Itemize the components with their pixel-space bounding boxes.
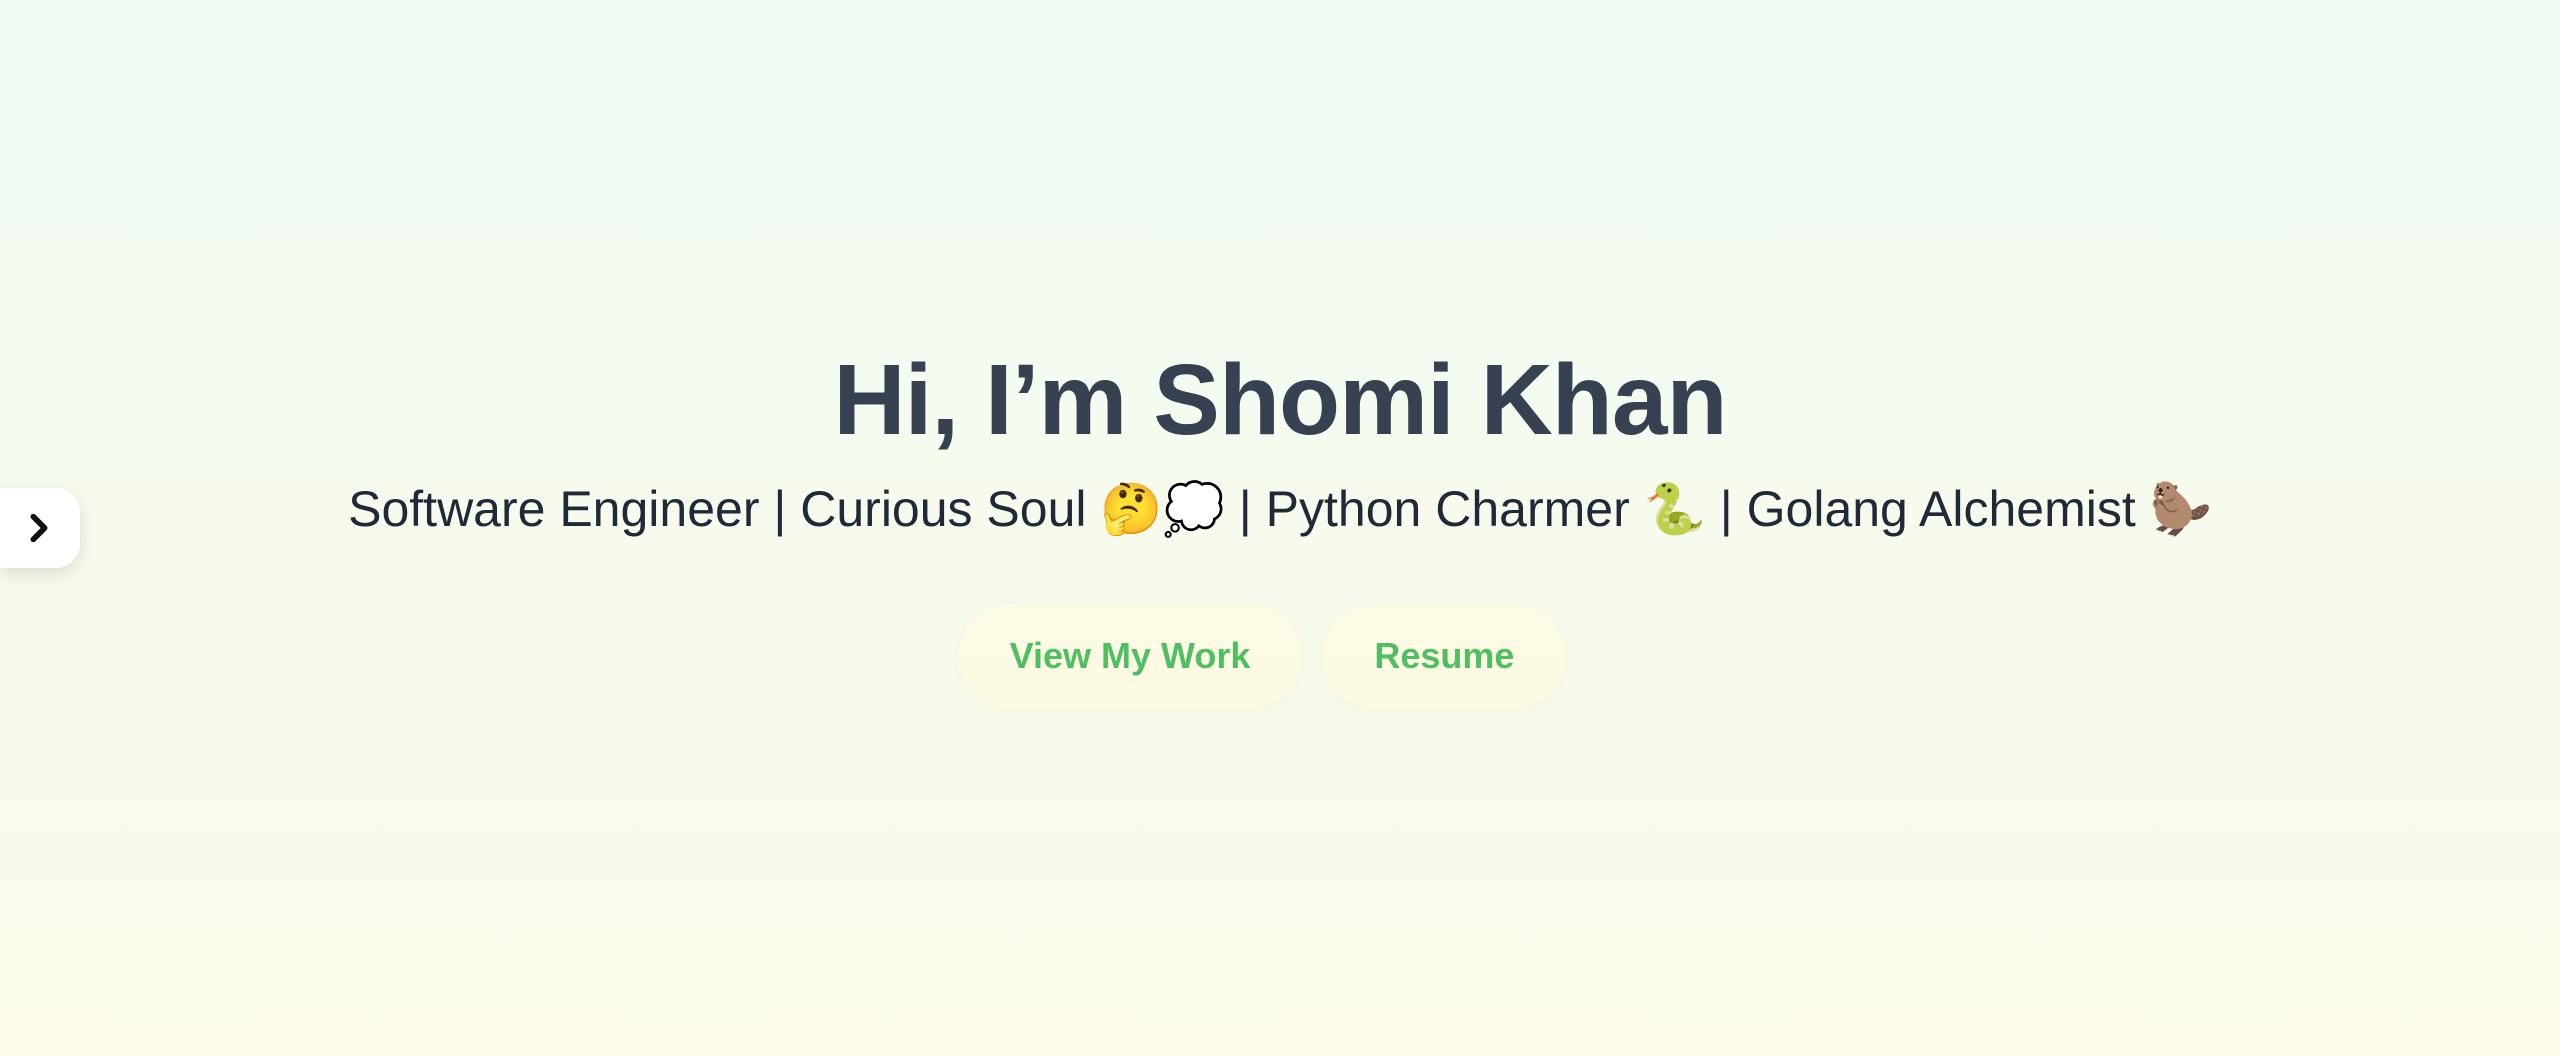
view-my-work-button[interactable]: View My Work	[957, 604, 1303, 708]
resume-button[interactable]: Resume	[1322, 604, 1567, 708]
hero-subtitle: Software Engineer | Curious Soul 🤔💭 | Py…	[348, 481, 2212, 537]
hero-section: Hi, I’m Shomi Khan Software Engineer | C…	[0, 0, 2560, 1056]
hero-title: Hi, I’m Shomi Khan	[833, 344, 1727, 456]
hero-actions: View My Work Resume	[0, 604, 2560, 708]
